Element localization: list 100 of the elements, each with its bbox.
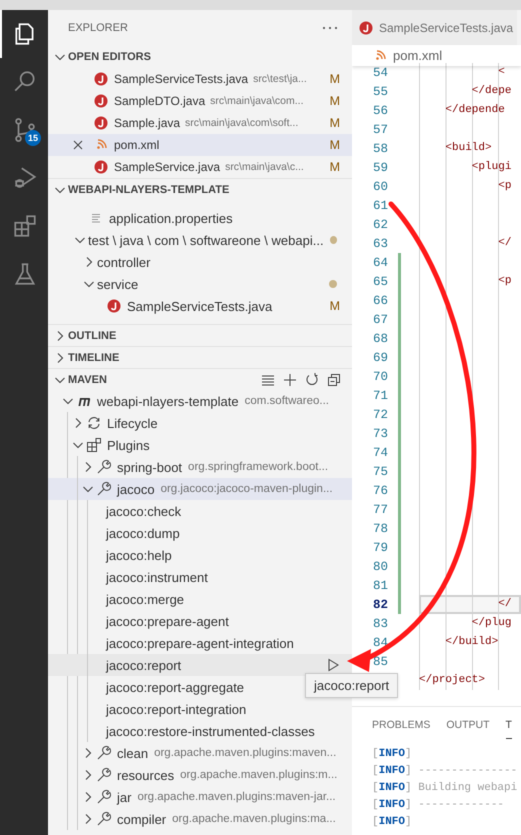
tree-item[interactable]: test \ java \ com \ softwareone \ webapi... (48, 229, 352, 251)
status-label: M (328, 116, 340, 130)
tree-item-label: resources (117, 768, 174, 782)
tree-item-label: Plugins (107, 438, 150, 452)
tree-item-label: jacoco:help (106, 548, 172, 562)
tree-item-description: org.springframework.boot... (188, 461, 328, 473)
tree-item-label: clean (117, 746, 148, 760)
open-editor-item[interactable]: Sample.java src\main\java\com\soft... M (48, 112, 352, 134)
panel-tab[interactable]: T (506, 719, 512, 739)
tooltip: jacoco:report (305, 673, 398, 698)
line-number: 67 (372, 312, 388, 326)
panel-tab[interactable]: OUTPUT (446, 719, 490, 739)
tree-item[interactable]: jar org.apache.maven.plugins:maven-jar... (48, 786, 352, 808)
line-number: 85 (372, 654, 388, 668)
section-header[interactable]: OUTLINE (48, 324, 352, 346)
tree-item-label: test \ java \ com \ softwareone \ webapi... (88, 232, 324, 248)
file-path: src\main\java\com\soft... (185, 117, 298, 129)
open-editor-item[interactable]: SampleServiceTests.java src\test\ja... M (48, 68, 352, 90)
terminal-line: [INFO] Building webapi (372, 781, 518, 796)
play-icon[interactable] (326, 658, 340, 672)
tree-item[interactable]: resources org.apache.maven.plugins:m... (48, 764, 352, 786)
section-header[interactable]: OPEN EDITORS (48, 46, 352, 68)
file-name: SampleServiceTests.java (114, 72, 248, 86)
flask-icon[interactable] (12, 261, 38, 287)
tree-item-label: jacoco:restore-instrumented-classes (106, 724, 315, 738)
more-icon[interactable] (322, 26, 338, 30)
line-number: 83 (372, 616, 388, 630)
tree-item[interactable]: jacoco:instrument (48, 566, 352, 588)
status-label: M (328, 160, 340, 174)
tree-item[interactable]: jacoco:prepare-agent-integration (48, 632, 352, 654)
tree-item-label: Lifecycle (107, 416, 158, 430)
line-number: 56 (372, 104, 388, 118)
tree-item-label: jacoco:instrument (106, 570, 208, 584)
line-number: 55 (372, 84, 388, 98)
tree-item[interactable]: compiler org.apache.maven.plugins:ma... (48, 808, 352, 830)
tree-item[interactable]: jacoco:restore-instrumented-classes (48, 720, 352, 742)
terminal-line: [INFO] --------------- (372, 764, 518, 779)
tree-item-description: org.jacoco:jacoco-maven-plugin... (160, 483, 333, 495)
line-number: 84 (372, 636, 388, 650)
tree-item[interactable]: jacoco:report-integration (48, 698, 352, 720)
tree-item[interactable]: jacoco:merge (48, 588, 352, 610)
tree-item-label: controller (97, 254, 150, 270)
refresh-icon[interactable] (304, 372, 320, 388)
collapse-all-icon[interactable] (326, 372, 342, 388)
line-number: 54 (372, 66, 388, 80)
tree-item[interactable]: jacoco:check (48, 500, 352, 522)
line-number: 81 (372, 578, 388, 592)
line-number: 59 (372, 160, 388, 174)
java-file-icon (93, 115, 109, 131)
line-number: 66 (372, 294, 388, 308)
tree-item[interactable]: jacoco:help (48, 544, 352, 566)
tree-item[interactable]: jacoco:dump (48, 522, 352, 544)
tree-item[interactable]: SampleServiceTests.java M (48, 295, 352, 317)
file-path: src\main\java\c... (225, 161, 304, 173)
line-number: 73 (372, 426, 388, 440)
tree-item[interactable]: service (48, 273, 352, 295)
tree-item[interactable]: webapi-nlayers-template com.softwareo... (48, 390, 352, 412)
line-number: 76 (372, 484, 388, 498)
wrench-icon (96, 459, 112, 475)
line-number: 60 (372, 180, 388, 194)
status-label: M (328, 299, 340, 313)
tree-item[interactable]: jacoco:report (48, 654, 352, 676)
java-file-icon (93, 93, 109, 109)
wrench-icon (96, 481, 112, 497)
tree-item-label: application.properties (109, 210, 233, 226)
tree-item[interactable]: controller (48, 251, 352, 273)
tree-item[interactable]: jacoco:prepare-agent (48, 610, 352, 632)
wrench-icon (96, 767, 112, 783)
tree-item[interactable]: Lifecycle (48, 412, 352, 434)
open-editor-item[interactable]: pom.xml M (48, 134, 352, 156)
section-header[interactable]: MAVEN (48, 368, 352, 390)
tree-item-label: jacoco:merge (106, 592, 184, 606)
status-label: M (328, 138, 340, 152)
extensions-icon[interactable] (12, 213, 38, 239)
tree-item-label: SampleServiceTests.java (127, 298, 272, 314)
panel-tab[interactable]: PROBLEMS (372, 719, 430, 739)
tree-item[interactable]: Plugins (48, 434, 352, 456)
line-number: 65 (372, 274, 388, 288)
breadcrumb-item[interactable]: pom.xml (393, 48, 442, 63)
sync-icon (86, 415, 102, 431)
open-editor-item[interactable]: SampleDTO.java src\main\java\com... M (48, 90, 352, 112)
terminal-line: [INFO] (372, 815, 413, 830)
line-number: 71 (372, 388, 388, 402)
section-header[interactable]: TIMELINE (48, 346, 352, 368)
editor-tab[interactable]: SampleServiceTests.java (352, 10, 518, 45)
line-number: 62 (372, 218, 388, 232)
add-icon[interactable] (282, 372, 298, 388)
tree-item[interactable]: spring-boot org.springframework.boot... (48, 456, 352, 478)
status-label: M (328, 94, 340, 108)
tree-item[interactable]: application.properties (48, 207, 352, 229)
tree-item[interactable]: clean org.apache.maven.plugins:maven... (48, 742, 352, 764)
java-file-icon (93, 71, 109, 87)
open-editor-item[interactable]: SampleService.java src\main\java\c... M (48, 156, 352, 178)
tree-item-description: org.apache.maven.plugins:maven-jar... (137, 791, 336, 803)
file-name: pom.xml (114, 138, 160, 152)
line-number: 80 (372, 560, 388, 574)
tree-item[interactable]: jacoco org.jacoco:jacoco-maven-plugin... (48, 478, 352, 500)
section-header[interactable]: WEBAPI-NLAYERS-TEMPLATE (48, 178, 352, 200)
count-badge: 15 (25, 130, 41, 146)
file-name: SampleDTO.java (114, 94, 206, 108)
